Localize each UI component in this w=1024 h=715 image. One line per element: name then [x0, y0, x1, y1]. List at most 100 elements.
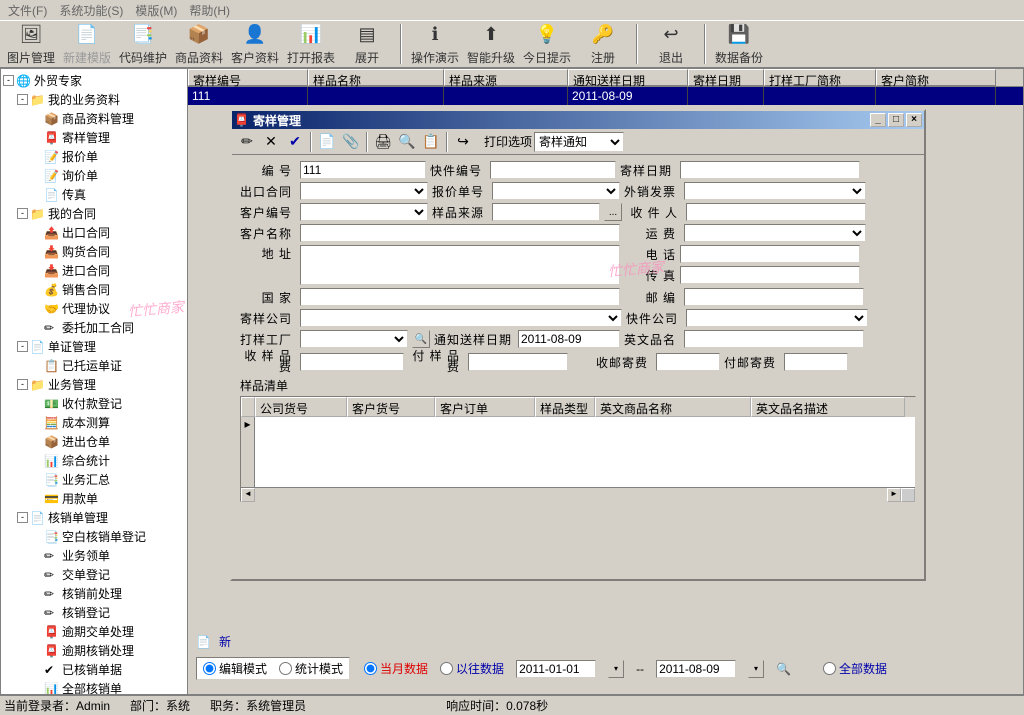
all-data-radio[interactable]: 全部数据 [823, 660, 887, 677]
date-from-input[interactable] [516, 660, 596, 678]
pay-sample-fee-input[interactable] [468, 353, 568, 371]
subgrid-header-cell[interactable]: 客户货号 [347, 397, 435, 417]
phone-input[interactable] [680, 245, 860, 263]
toolbar-展开[interactable]: ▤展开 [340, 22, 394, 66]
sample-list-grid[interactable]: 公司货号客户货号客户订单样品类型英文商品名称英文品名描述 ▸ ◄► [240, 396, 916, 502]
tree-item[interactable]: 📮寄样管理 [3, 128, 185, 147]
tree-item[interactable]: 📥进口合同 [3, 261, 185, 280]
new-link[interactable]: 新 [219, 633, 231, 650]
pay-post-fee-input[interactable] [784, 353, 848, 371]
grid-header-cell[interactable]: 寄样编号 [188, 69, 308, 86]
postcode-input[interactable] [684, 288, 864, 306]
tree-item[interactable]: 📋已托运单证 [3, 356, 185, 375]
attach-icon[interactable]: 📎 [340, 131, 362, 153]
tree-item[interactable]: 💰销售合同 [3, 280, 185, 299]
maximize-button[interactable]: □ [888, 113, 904, 127]
tree-item[interactable]: -📄单证管理 [3, 337, 185, 356]
subgrid-header-cell[interactable]: 英文品名描述 [751, 397, 905, 417]
tree-item[interactable]: 📑空白核销单登记 [3, 527, 185, 546]
tree-item[interactable]: 💵收付款登记 [3, 394, 185, 413]
new-icon[interactable]: 📄 [316, 131, 338, 153]
current-month-radio[interactable]: 当月数据 [364, 660, 428, 677]
fax-input[interactable] [680, 266, 860, 284]
tree-item[interactable]: 🤝代理协议 [3, 299, 185, 318]
sample-company-select[interactable] [300, 309, 622, 327]
export-contract-select[interactable] [300, 182, 428, 200]
subgrid-header-cell[interactable]: 英文商品名称 [595, 397, 751, 417]
recv-post-fee-input[interactable] [656, 353, 720, 371]
tree-item[interactable]: 📦进出仓单 [3, 432, 185, 451]
number-input[interactable] [300, 161, 426, 179]
export-invoice-select[interactable] [684, 182, 866, 200]
tree-item[interactable]: 📊综合统计 [3, 451, 185, 470]
grid-header-cell[interactable]: 通知送样日期 [568, 69, 688, 86]
date-to-picker[interactable]: ▾ [748, 660, 764, 678]
tree-item[interactable]: -🌐外贸专家 [3, 71, 185, 90]
dialog-titlebar[interactable]: 📮 寄样管理 _ □ × [232, 111, 924, 129]
tree-item[interactable]: -📄核销单管理 [3, 508, 185, 527]
subgrid-header-cell[interactable]: 样品类型 [535, 397, 595, 417]
recipient-input[interactable] [686, 203, 866, 221]
send-date-input[interactable] [680, 161, 860, 179]
toolbar-注册[interactable]: 🔑注册 [576, 22, 630, 66]
toolbar-商品资料[interactable]: 📦商品资料 [172, 22, 226, 66]
quote-no-select[interactable] [492, 182, 620, 200]
grid-row[interactable]: 1112011-08-09 [188, 87, 1023, 105]
edit-mode-radio[interactable]: 编辑模式 [203, 660, 267, 677]
express-no-input[interactable] [490, 161, 616, 179]
tree-item[interactable]: 📮逾期核销处理 [3, 641, 185, 660]
menu-system[interactable]: 系统功能(S) [55, 2, 127, 18]
tree-item[interactable]: -📁我的合同 [3, 204, 185, 223]
grid-header-cell[interactable]: 样品名称 [308, 69, 444, 86]
toolbar-客户资料[interactable]: 👤客户资料 [228, 22, 282, 66]
tree-item[interactable]: 📦商品资料管理 [3, 109, 185, 128]
tree-item[interactable]: ✔已核销单据 [3, 660, 185, 679]
subgrid-header-cell[interactable]: 公司货号 [255, 397, 347, 417]
toolbar-智能升级[interactable]: ⬆智能升级 [464, 22, 518, 66]
date-from-picker[interactable]: ▾ [608, 660, 624, 678]
preview-icon[interactable]: 🔍 [396, 131, 418, 153]
tree-item[interactable]: 📥购货合同 [3, 242, 185, 261]
edit-icon[interactable]: ✏ [236, 131, 258, 153]
tree-item[interactable]: 📤出口合同 [3, 223, 185, 242]
tree-item[interactable]: ✏委托加工合同 [3, 318, 185, 337]
exit-icon[interactable]: ↪ [452, 131, 474, 153]
courier-company-select[interactable] [686, 309, 868, 327]
menu-file[interactable]: 文件(F) [4, 2, 51, 18]
tree-item[interactable]: -📁业务管理 [3, 375, 185, 394]
tree-item[interactable]: 📝报价单 [3, 147, 185, 166]
toolbar-代码维护[interactable]: 📑代码维护 [116, 22, 170, 66]
tree-item[interactable]: 💳用款单 [3, 489, 185, 508]
grid-header-cell[interactable]: 客户简称 [876, 69, 996, 86]
tree-item[interactable]: ✏核销登记 [3, 603, 185, 622]
print-option-select[interactable]: 寄样通知 [534, 132, 624, 152]
sample-source-input[interactable] [492, 203, 600, 221]
tree-item[interactable]: 📝询价单 [3, 166, 185, 185]
nav-tree-panel[interactable]: -🌐外贸专家-📁我的业务资料📦商品资料管理📮寄样管理📝报价单📝询价单📄传真-📁我… [0, 68, 188, 695]
subgrid-header-cell[interactable]: 客户订单 [435, 397, 535, 417]
eng-name-input[interactable] [684, 330, 864, 348]
stats-mode-radio[interactable]: 统计模式 [279, 660, 343, 677]
tree-item[interactable]: 📊全部核销单 [3, 679, 185, 695]
confirm-icon[interactable]: ✔ [284, 131, 306, 153]
toolbar-操作演示[interactable]: ℹ操作演示 [408, 22, 462, 66]
factory-select[interactable] [300, 330, 408, 348]
customer-no-select[interactable] [300, 203, 428, 221]
toolbar-打开报表[interactable]: 📊打开报表 [284, 22, 338, 66]
export-icon[interactable]: 📋 [420, 131, 442, 153]
toolbar-数据备份[interactable]: 💾数据备份 [712, 22, 766, 66]
tree-item[interactable]: -📁我的业务资料 [3, 90, 185, 109]
minimize-button[interactable]: _ [870, 113, 886, 127]
recv-sample-fee-input[interactable] [300, 353, 404, 371]
grid-header-cell[interactable]: 打样工厂简称 [764, 69, 876, 86]
date-to-input[interactable] [656, 660, 736, 678]
tree-item[interactable]: 📮逾期交单处理 [3, 622, 185, 641]
freight-select[interactable] [684, 224, 866, 242]
print-icon[interactable]: 🖨 [372, 131, 394, 153]
browse-button[interactable]: ... [604, 203, 622, 221]
toolbar-今日提示[interactable]: 💡今日提示 [520, 22, 574, 66]
tree-item[interactable]: 📑业务汇总 [3, 470, 185, 489]
address-textarea[interactable] [300, 245, 620, 285]
menu-template[interactable]: 模版(M) [131, 2, 181, 18]
tree-item[interactable]: ✏业务领单 [3, 546, 185, 565]
